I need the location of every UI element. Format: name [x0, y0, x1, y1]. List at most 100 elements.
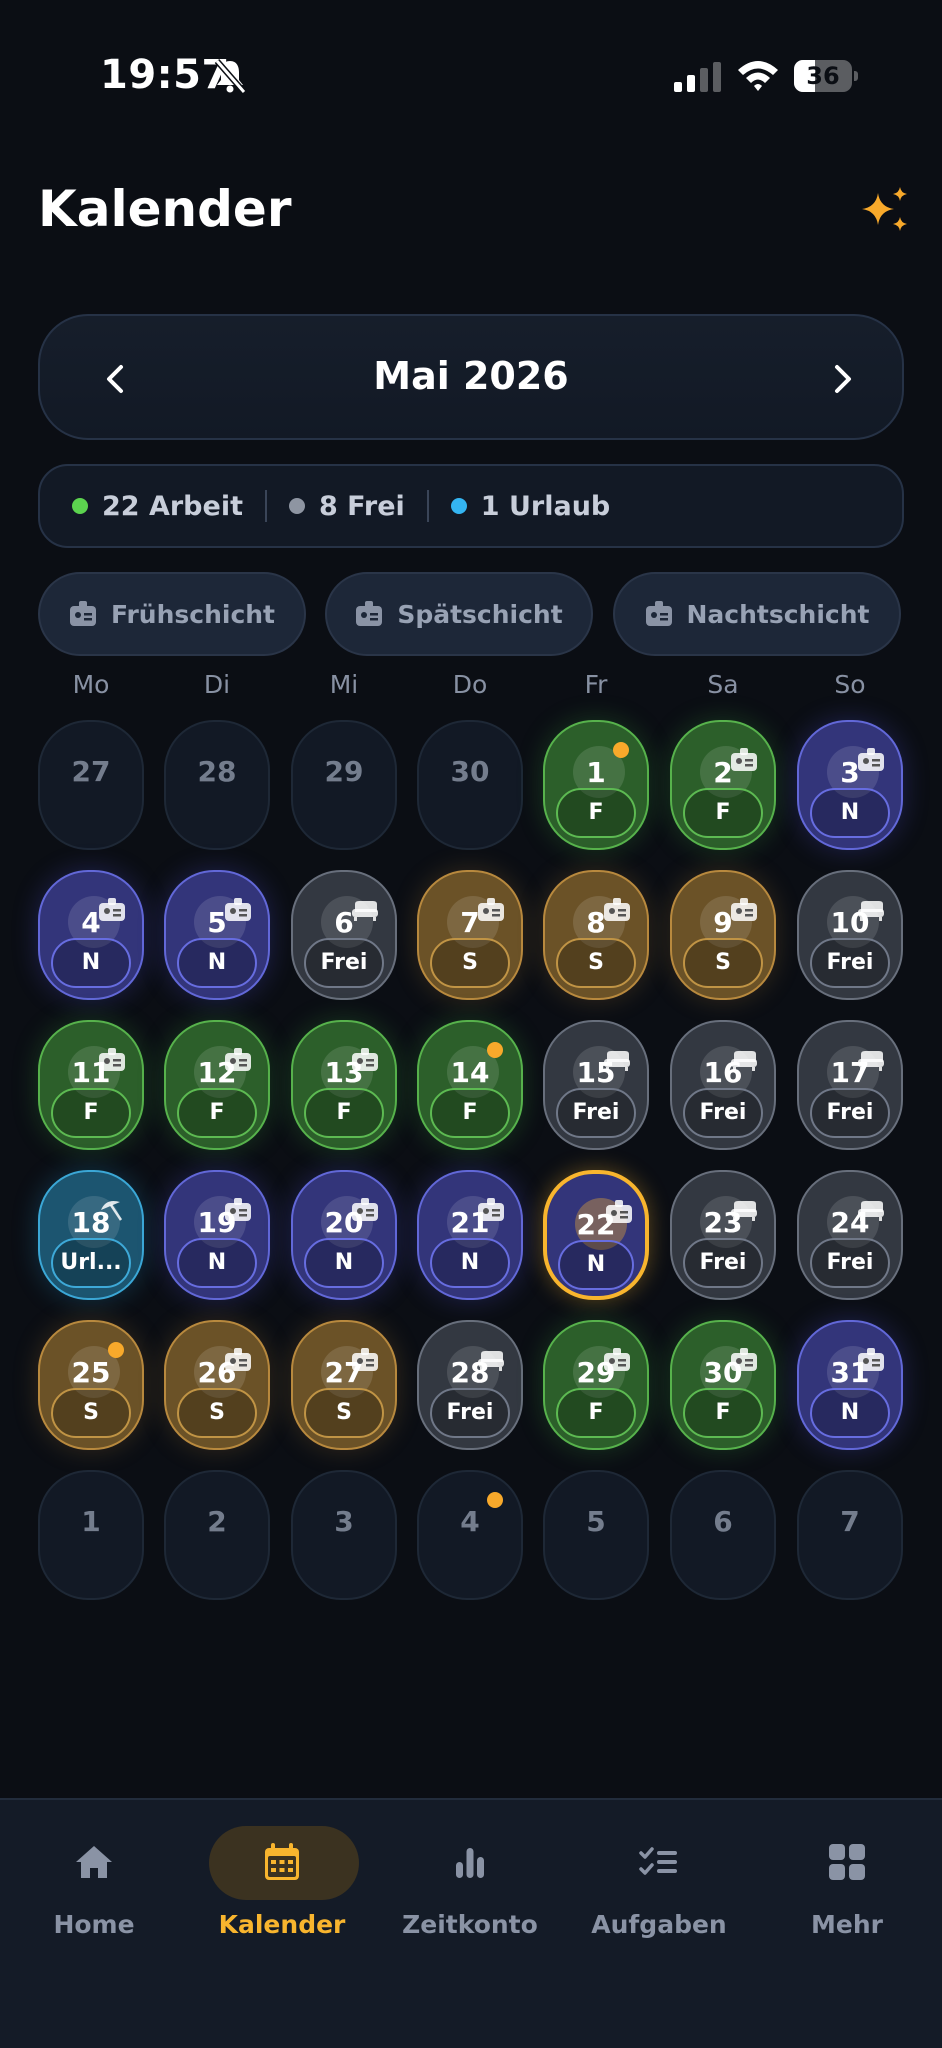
id-badge-icon: [225, 898, 251, 921]
summary-free-label: 8 Frei: [319, 490, 405, 522]
calendar-day-outside-month[interactable]: 6: [670, 1470, 776, 1600]
calendar-day[interactable]: 28 Frei: [417, 1320, 523, 1450]
sofa-icon: [858, 901, 884, 921]
bar-chart-icon: [456, 1848, 484, 1878]
calendar-day[interactable]: 2F: [670, 720, 776, 850]
event-indicator-dot: [487, 1042, 503, 1058]
shift-label: N: [177, 938, 257, 988]
sparkle-ai-icon[interactable]: [858, 183, 914, 239]
summary-free: 8 Frei: [289, 491, 405, 522]
day-number: 24: [830, 1206, 870, 1239]
calendar-day[interactable]: 15 Frei: [543, 1020, 649, 1150]
status-bar: 19:57 36: [0, 0, 942, 150]
day-number: 29: [576, 1356, 616, 1389]
sofa-icon: [731, 1051, 757, 1071]
summary-work: 22 Arbeit: [72, 491, 243, 522]
shift-label: S: [51, 1388, 131, 1438]
day-number: 6: [334, 906, 354, 939]
tab-home[interactable]: Home: [14, 1826, 174, 1946]
calendar-day[interactable]: 7S: [417, 870, 523, 1000]
shift-label: F: [304, 1088, 384, 1138]
calendar-day[interactable]: 11 F: [38, 1020, 144, 1150]
weekday-label: Mi: [329, 670, 359, 699]
day-number: 30: [703, 1356, 743, 1389]
calendar-day[interactable]: 10 Frei: [797, 870, 903, 1000]
calendar-day-outside-month[interactable]: 1: [38, 1470, 144, 1600]
shift-label: F: [556, 788, 636, 838]
early-shift-button[interactable]: Frühschicht: [38, 572, 306, 656]
calendar-day[interactable]: 19 N: [164, 1170, 270, 1300]
wifi-icon: [738, 61, 778, 91]
calendar-day[interactable]: 16 Frei: [670, 1020, 776, 1150]
calendar-day[interactable]: 29 F: [543, 1320, 649, 1450]
calendar-day[interactable]: 23 Frei: [670, 1170, 776, 1300]
shift-label: N: [304, 1238, 384, 1288]
shift-label: N: [51, 938, 131, 988]
calendar-day[interactable]: 17 Frei: [797, 1020, 903, 1150]
calendar-day[interactable]: 1F: [543, 720, 649, 850]
divider: [426, 490, 429, 522]
calendar-day[interactable]: 26 S: [164, 1320, 270, 1450]
day-number: 4: [81, 906, 101, 939]
calendar-day-outside-month[interactable]: 28: [164, 720, 270, 850]
shift-label: Frei: [810, 1238, 890, 1288]
calendar-day[interactable]: 21 N: [417, 1170, 523, 1300]
calendar-day[interactable]: 8S: [543, 870, 649, 1000]
calendar-day[interactable]: 4N: [38, 870, 144, 1000]
calendar-day[interactable]: 9S: [670, 870, 776, 1000]
calendar-day[interactable]: 27 S: [291, 1320, 397, 1450]
calendar-day[interactable]: 6 Frei: [291, 870, 397, 1000]
current-month-label[interactable]: Mai 2026: [40, 354, 902, 398]
weekday-header: Mo Di Mi Do Fr Sa So: [0, 670, 942, 706]
summary-work-label: 22 Arbeit: [102, 490, 243, 522]
calendar-icon: [265, 1843, 299, 1880]
calendar-day[interactable]: 20 N: [291, 1170, 397, 1300]
calendar-day[interactable]: 13 F: [291, 1020, 397, 1150]
shift-label: F: [556, 1388, 636, 1438]
next-month-button[interactable]: [818, 354, 868, 404]
calendar-day-outside-month[interactable]: 27: [38, 720, 144, 850]
tab-kalender[interactable]: Kalender: [202, 1826, 362, 1946]
calendar-day-outside-month[interactable]: 4: [417, 1470, 523, 1600]
tab-zeitkonto[interactable]: Zeitkonto: [390, 1826, 550, 1946]
calendar-day[interactable]: 12 F: [164, 1020, 270, 1150]
shift-label: N: [558, 1240, 634, 1290]
day-number: 30: [450, 755, 490, 788]
calendar-day[interactable]: 14 F: [417, 1020, 523, 1150]
weekday-label: Fr: [584, 670, 608, 699]
day-number: 20: [324, 1206, 364, 1239]
shift-label: F: [683, 788, 763, 838]
month-summary: 22 Arbeit 8 Frei 1 Urlaub: [38, 464, 904, 548]
day-number: 11: [71, 1056, 111, 1089]
calendar-day-outside-month[interactable]: 30: [417, 720, 523, 850]
weekday-label: Do: [452, 670, 488, 699]
day-number: 2: [207, 1505, 227, 1538]
late-shift-button[interactable]: Spätschicht: [325, 572, 593, 656]
calendar-day[interactable]: 18 Url...: [38, 1170, 144, 1300]
calendar-day-outside-month[interactable]: 2: [164, 1470, 270, 1600]
id-badge-icon: [731, 1348, 757, 1371]
night-shift-button[interactable]: Nachtschicht: [613, 572, 901, 656]
day-number: 4: [460, 1505, 480, 1538]
id-badge-icon: [356, 601, 383, 626]
id-badge-icon: [352, 1048, 378, 1071]
calendar-day[interactable]: 5N: [164, 870, 270, 1000]
day-number: 13: [324, 1056, 364, 1089]
day-number: 8: [586, 906, 606, 939]
calendar-day-outside-month[interactable]: 3: [291, 1470, 397, 1600]
grid-icon: [829, 1844, 865, 1880]
sofa-icon: [858, 1201, 884, 1221]
calendar-day-outside-month[interactable]: 7: [797, 1470, 903, 1600]
weekday-label: So: [834, 670, 866, 699]
calendar-day-outside-month[interactable]: 29: [291, 720, 397, 850]
calendar-day[interactable]: 25 S: [38, 1320, 144, 1450]
tab-mehr[interactable]: Mehr: [767, 1826, 927, 1946]
calendar-day[interactable]: 24 Frei: [797, 1170, 903, 1300]
calendar-day-outside-month[interactable]: 5: [543, 1470, 649, 1600]
calendar-day[interactable]: 3N: [797, 720, 903, 850]
tab-aufgaben[interactable]: Aufgaben: [579, 1826, 739, 1946]
calendar-day[interactable]: 30 F: [670, 1320, 776, 1450]
calendar-day-today[interactable]: 22 N: [543, 1170, 649, 1300]
calendar-day[interactable]: 31 N: [797, 1320, 903, 1450]
divider: [265, 490, 267, 522]
